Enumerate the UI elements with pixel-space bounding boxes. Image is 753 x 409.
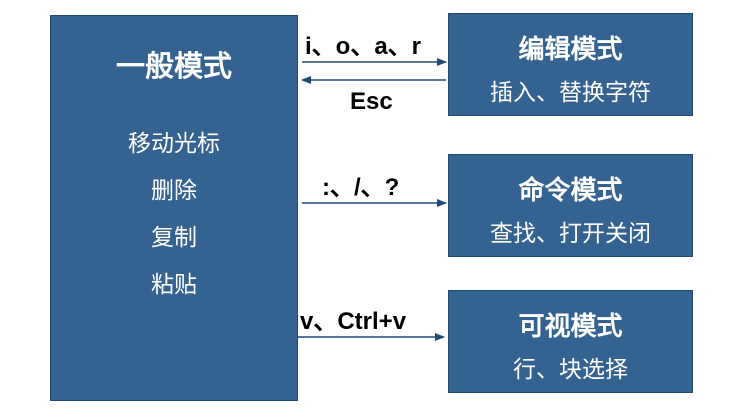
transition-arrows [298, 58, 447, 341]
